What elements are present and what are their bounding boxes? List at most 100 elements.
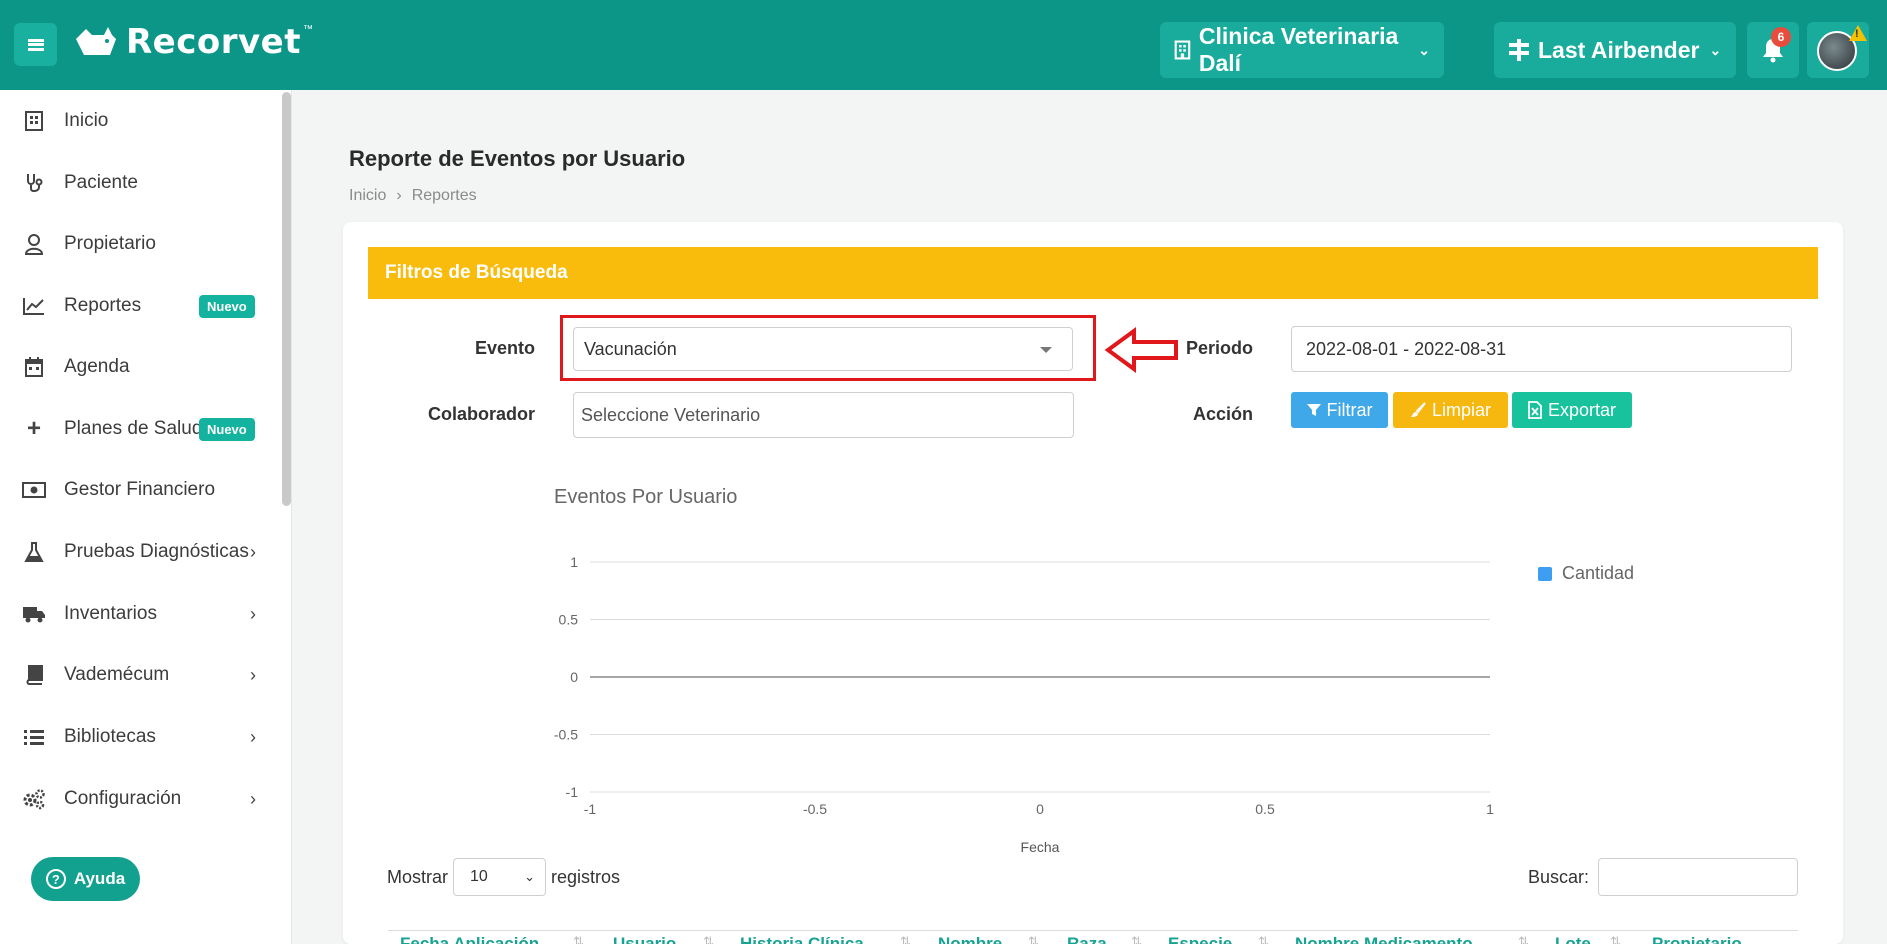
brush-icon xyxy=(1410,402,1426,417)
filtrar-label: Filtrar xyxy=(1326,399,1373,420)
periodo-label: Periodo xyxy=(1185,338,1253,358)
menu-icon xyxy=(27,38,44,51)
hospital-icon xyxy=(22,109,46,133)
chevron-down-icon: ⌄ xyxy=(1418,41,1430,58)
column-header[interactable]: Usuario xyxy=(613,934,676,944)
sort-icon: ⇅ xyxy=(1028,934,1039,944)
sort-icon: ⇅ xyxy=(1131,934,1142,944)
breadcrumb-separator-icon: › xyxy=(396,187,402,204)
filtrar-button[interactable]: Filtrar xyxy=(1291,392,1388,428)
table-header-row: Fecha Aplicación ⇅ Usuario ⇅ Historia Cl… xyxy=(388,930,1798,944)
chevron-right-icon: › xyxy=(250,788,256,809)
table-search-input[interactable] xyxy=(1598,858,1798,896)
notification-count-badge: 6 xyxy=(1771,27,1791,47)
brand-logo[interactable]: Recorvet ™ xyxy=(74,20,313,64)
sidebar-item-label: Inventarios xyxy=(64,603,157,624)
sidebar-item-inicio[interactable]: Inicio xyxy=(0,98,280,144)
new-badge: Nuevo xyxy=(199,294,255,318)
brand-name: Recorvet xyxy=(126,22,301,62)
sidebar-item-label: Propietario xyxy=(64,233,156,254)
column-header[interactable]: Propietario xyxy=(1652,934,1742,944)
column-header[interactable]: Nombre xyxy=(938,934,1002,944)
sidebar-item-label: Planes de Salud xyxy=(64,418,203,439)
exportar-button[interactable]: Exportar xyxy=(1512,392,1632,428)
chart-legend[interactable]: Cantidad xyxy=(1538,563,1634,584)
hamburger-menu-button[interactable] xyxy=(14,23,57,66)
sidebar-item-gestor-financiero[interactable]: Gestor Financiero xyxy=(0,467,280,513)
colaborador-label: Colaborador xyxy=(427,404,535,424)
exportar-label: Exportar xyxy=(1547,399,1617,420)
sidebar-item-inventarios[interactable]: Inventarios › xyxy=(0,591,280,637)
chevron-right-icon: › xyxy=(250,664,256,685)
sort-icon: ⇅ xyxy=(573,934,584,944)
user-icon xyxy=(22,232,46,256)
x-tick-label: -1 xyxy=(584,801,597,817)
help-button[interactable]: ? Ayuda xyxy=(31,857,140,901)
sidebar-item-label: Pruebas Diagnósticas xyxy=(64,541,249,562)
chevron-right-icon: › xyxy=(250,541,256,562)
colaborador-select[interactable]: Seleccione Veterinario xyxy=(573,392,1074,438)
excel-file-icon xyxy=(1528,401,1542,419)
sidebar-item-planes-de-salud[interactable]: + Planes de Salud Nuevo xyxy=(0,406,280,452)
sidebar-item-pruebas-diagnosticas[interactable]: Pruebas Diagnósticas › xyxy=(0,529,280,575)
warning-mark: ! xyxy=(1855,28,1859,40)
flask-icon xyxy=(22,540,46,564)
records-label: registros xyxy=(551,867,621,887)
truck-icon xyxy=(22,602,46,626)
user-menu-button[interactable]: ! xyxy=(1807,22,1869,78)
new-badge: Nuevo xyxy=(199,417,255,441)
sidebar-item-bibliotecas[interactable]: Bibliotecas › xyxy=(0,714,280,760)
sort-icon: ⇅ xyxy=(1518,934,1529,944)
evento-label: Evento xyxy=(474,338,535,358)
search-label: Buscar: xyxy=(1528,867,1590,887)
evento-select[interactable]: Vacunación xyxy=(573,327,1073,371)
sidebar-item-paciente[interactable]: Paciente xyxy=(0,160,280,206)
dog-logo-icon xyxy=(76,27,116,55)
sidebar-item-reportes[interactable]: Reportes Nuevo xyxy=(0,283,280,329)
column-header[interactable]: Historia Clínica xyxy=(740,934,864,944)
page-size-select[interactable]: 10 ⌄ xyxy=(453,858,546,896)
sidebar-item-vademecum[interactable]: Vademécum › xyxy=(0,652,280,698)
sidebar-item-propietario[interactable]: Propietario xyxy=(0,221,280,267)
page-size-value: 10 xyxy=(470,868,488,885)
column-header[interactable]: Raza xyxy=(1067,934,1107,944)
y-tick-label: -0.5 xyxy=(554,727,578,743)
x-tick-label: 0 xyxy=(1036,801,1044,817)
limpiar-button[interactable]: Limpiar xyxy=(1393,392,1508,428)
sidebar-item-label: Vademécum xyxy=(64,664,170,685)
limpiar-label: Limpiar xyxy=(1431,399,1492,420)
y-tick-label: -1 xyxy=(566,784,579,800)
evento-selected-value: Vacunación xyxy=(584,338,677,359)
y-tick-label: 1 xyxy=(570,554,578,570)
x-tick-label: 1 xyxy=(1486,801,1494,817)
branch-selector[interactable]: Last Airbender ⌄ xyxy=(1494,22,1736,78)
sidebar-item-label: Bibliotecas xyxy=(64,726,156,747)
book-icon xyxy=(22,663,46,687)
column-header[interactable]: Especie xyxy=(1168,934,1232,944)
colaborador-placeholder: Seleccione Veterinario xyxy=(581,404,761,425)
sidebar-item-configuracion[interactable]: Configuración › xyxy=(0,776,280,822)
top-navbar: Recorvet ™ Clinica Veterinaria Dalí ⌄ La… xyxy=(0,0,1887,90)
sidebar-item-agenda[interactable]: Agenda xyxy=(0,344,280,390)
sidebar-item-label: Gestor Financiero xyxy=(64,479,216,500)
y-tick-label: 0.5 xyxy=(559,612,579,628)
page-title: Reporte de Eventos por Usuario xyxy=(349,146,686,171)
chart-title: Eventos Por Usuario xyxy=(554,486,738,508)
periodo-value: 2022-08-01 - 2022-08-31 xyxy=(1306,338,1507,359)
question-icon: ? xyxy=(45,869,66,889)
column-header[interactable]: Fecha Aplicación xyxy=(400,934,539,944)
x-tick-label: -0.5 xyxy=(803,801,827,817)
gears-icon xyxy=(22,787,46,811)
legend-swatch xyxy=(1538,566,1552,581)
filter-icon xyxy=(1306,404,1321,416)
chevron-down-icon: ⌄ xyxy=(524,869,535,884)
column-header[interactable]: Lote xyxy=(1555,934,1591,944)
clinic-selector[interactable]: Clinica Veterinaria Dalí ⌄ xyxy=(1160,22,1444,78)
periodo-date-range-input[interactable]: 2022-08-01 - 2022-08-31 xyxy=(1291,326,1792,372)
column-header[interactable]: Nombre Medicamento xyxy=(1295,934,1473,944)
sort-icon: ⇅ xyxy=(1258,934,1269,944)
accion-label: Acción xyxy=(1192,404,1253,424)
chevron-down-icon: ⌄ xyxy=(1709,41,1722,58)
breadcrumb-link-inicio[interactable]: Inicio xyxy=(349,187,386,205)
sidebar-scrollbar[interactable] xyxy=(282,92,291,506)
